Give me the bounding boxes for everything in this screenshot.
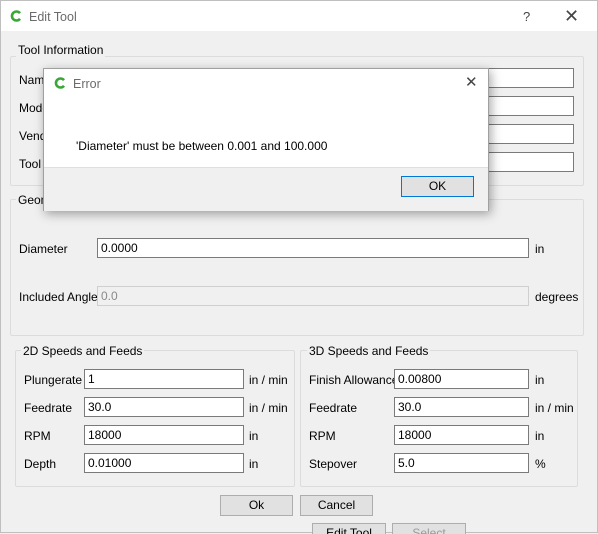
app-logo-icon <box>54 77 66 89</box>
tool-information-legend: Tool Information <box>16 43 106 57</box>
close-button[interactable]: ✕ <box>564 6 579 27</box>
stepover-label: Stepover <box>309 457 358 471</box>
feedrate-3d-field[interactable]: 30.0 <box>394 397 529 417</box>
app-logo-icon <box>10 10 22 22</box>
rpm-3d-label: RPM <box>309 429 336 443</box>
error-ok-button[interactable]: OK <box>401 176 474 197</box>
diameter-field[interactable]: 0.0000 <box>97 238 529 258</box>
error-message: 'Diameter' must be between 0.001 and 100… <box>76 139 328 153</box>
speeds-3d-legend: 3D Speeds and Feeds <box>307 344 431 358</box>
speeds-2d-legend: 2D Speeds and Feeds <box>21 344 145 358</box>
rpm-2d-label: RPM <box>24 429 51 443</box>
cancel-button[interactable]: Cancel <box>300 495 373 516</box>
depth-label: Depth <box>24 457 57 471</box>
included-angle-field: 0.0 <box>97 286 529 306</box>
included-angle-label: Included Angle <box>19 290 98 304</box>
finish-allowance-unit: in <box>535 373 545 387</box>
stepover-field[interactable]: 5.0 <box>394 453 529 473</box>
feedrate-2d-field[interactable]: 30.0 <box>84 397 244 417</box>
rpm-3d-unit: in <box>535 429 545 443</box>
title-bar: Edit Tool ? ✕ <box>1 1 597 31</box>
window-title: Edit Tool <box>29 10 77 24</box>
error-dialog-footer: OK <box>44 167 488 211</box>
depth-unit: in <box>249 457 259 471</box>
feedrate-2d-unit: in / min <box>249 401 288 415</box>
stepover-unit: % <box>535 457 546 471</box>
included-angle-unit: degrees <box>535 290 579 304</box>
tool-number-field[interactable] <box>485 152 574 172</box>
feedrate-3d-label: Feedrate <box>309 401 358 415</box>
feedrate-3d-unit: in / min <box>535 401 574 415</box>
plungerate-label: Plungerate <box>24 373 83 387</box>
diameter-label: Diameter <box>19 242 68 256</box>
model-field[interactable] <box>485 96 574 116</box>
diameter-unit: in <box>535 242 545 256</box>
error-dialog-close-button[interactable]: ✕ <box>465 73 478 91</box>
ok-button[interactable]: Ok <box>220 495 293 516</box>
rpm-3d-field[interactable]: 18000 <box>394 425 529 445</box>
feedrate-2d-label: Feedrate <box>24 401 73 415</box>
rpm-2d-field[interactable]: 18000 <box>84 425 244 445</box>
depth-field[interactable]: 0.01000 <box>84 453 244 473</box>
geometry-group <box>10 199 584 336</box>
plungerate-unit: in / min <box>249 373 288 387</box>
finish-allowance-label: Finish Allowance <box>309 373 399 387</box>
vendor-field[interactable] <box>485 124 574 144</box>
name-field[interactable] <box>485 68 574 88</box>
finish-allowance-field[interactable]: 0.00800 <box>394 369 529 389</box>
help-button[interactable]: ? <box>523 9 530 24</box>
plungerate-field[interactable]: 1 <box>84 369 244 389</box>
edit-tool-button-behind[interactable]: Edit Tool <box>312 523 386 534</box>
select-button-behind[interactable]: Select <box>392 523 466 534</box>
rpm-2d-unit: in <box>249 429 259 443</box>
error-dialog: Error ✕ 'Diameter' must be between 0.001… <box>43 68 489 211</box>
error-dialog-title: Error <box>73 77 101 91</box>
